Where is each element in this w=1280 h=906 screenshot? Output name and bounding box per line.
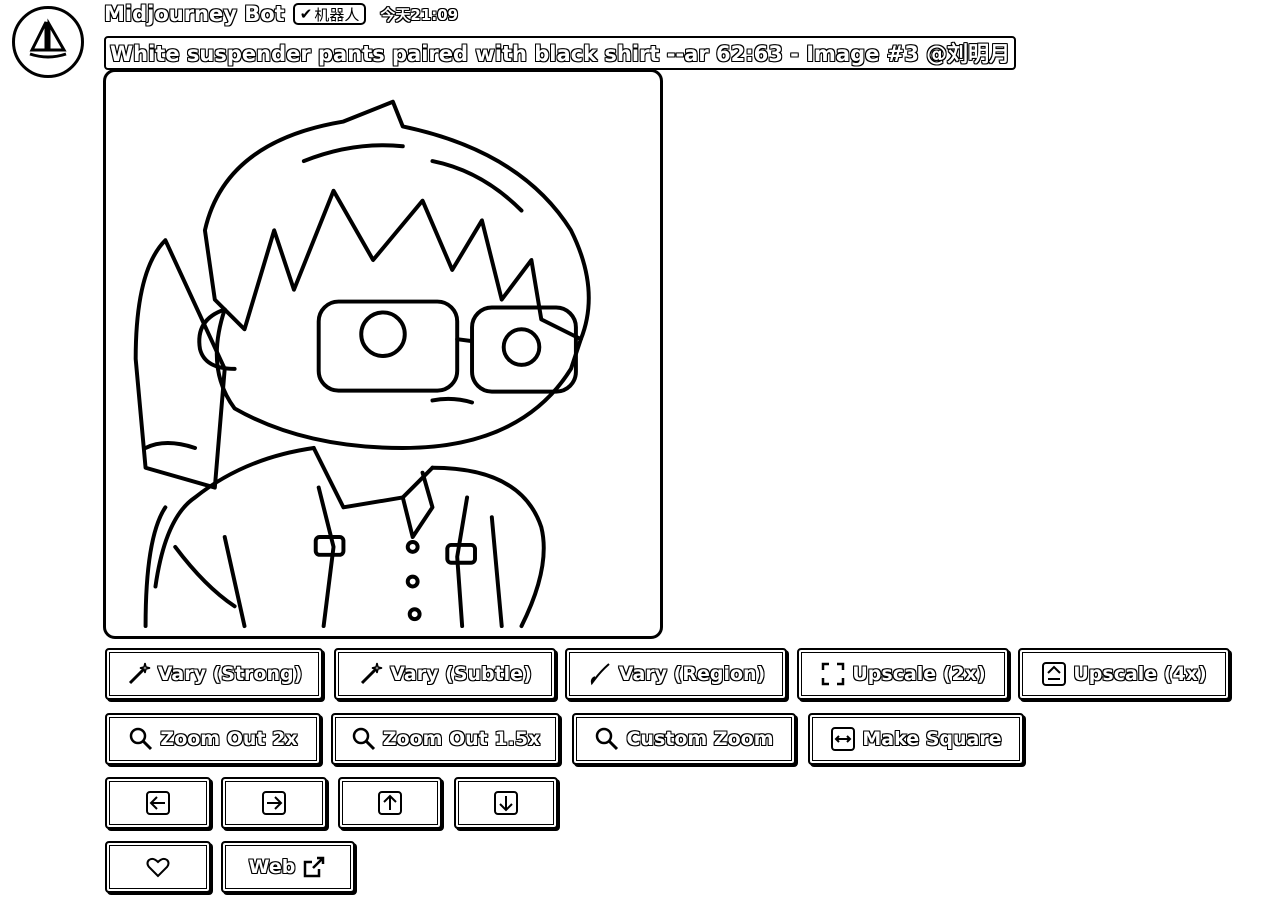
arrow-up-icon	[377, 790, 403, 816]
zoom-out-2x-label: Zoom Out 2x	[160, 728, 298, 750]
favorite-button[interactable]	[105, 841, 211, 893]
web-label: Web	[248, 856, 296, 878]
bot-tag: ✔ 机器人	[292, 3, 367, 25]
bot-name[interactable]: Midjourney Bot	[104, 2, 285, 26]
prompt-text: White suspender pants paired with black …	[104, 36, 1017, 70]
make-square-label: Make Square	[862, 728, 1002, 750]
vary-strong-button[interactable]: Vary (Strong)	[105, 648, 323, 700]
zoom-out-1-5x-label: Zoom Out 1.5x	[382, 728, 541, 750]
vary-subtle-button[interactable]: Vary (Subtle)	[334, 648, 556, 700]
make-square-button[interactable]: Make Square	[808, 713, 1024, 765]
generated-image[interactable]	[103, 69, 663, 639]
zoom-out-1-5x-button[interactable]: Zoom Out 1.5x	[331, 713, 560, 765]
upscale-2x-button[interactable]: Upscale (2x)	[797, 648, 1009, 700]
arrow-down-icon	[493, 790, 519, 816]
timestamp: 今天21:09	[380, 5, 459, 24]
arrow-right-icon	[261, 790, 287, 816]
brush-icon	[587, 661, 613, 687]
vary-region-label: Vary (Region)	[618, 663, 766, 685]
upscale-4x-button[interactable]: Upscale (4x)	[1018, 648, 1230, 700]
arrow-left-icon	[145, 790, 171, 816]
zoom-out-2x-button[interactable]: Zoom Out 2x	[105, 713, 321, 765]
pan-down-button[interactable]	[454, 777, 558, 829]
expand-icon	[820, 661, 846, 687]
message-header: Midjourney Bot ✔ 机器人 今天21:09	[104, 2, 458, 26]
pan-up-button[interactable]	[338, 777, 442, 829]
pan-left-button[interactable]	[105, 777, 211, 829]
magic-wand-icon	[358, 661, 384, 687]
square-arrows-icon	[830, 726, 856, 752]
bot-tag-label: 机器人	[314, 5, 360, 24]
custom-zoom-button[interactable]: Custom Zoom	[572, 713, 796, 765]
vary-subtle-label: Vary (Subtle)	[390, 663, 532, 685]
vary-region-button[interactable]: Vary (Region)	[565, 648, 787, 700]
magic-wand-icon	[126, 661, 152, 687]
upscale-2x-label: Upscale (2x)	[852, 663, 986, 685]
magnifier-icon	[594, 726, 620, 752]
character-illustration	[133, 99, 591, 629]
upscale-4x-label: Upscale (4x)	[1073, 663, 1207, 685]
magnifier-icon	[351, 726, 377, 752]
double-up-icon	[1041, 661, 1067, 687]
web-button[interactable]: Web	[221, 841, 355, 893]
sailboat-icon	[24, 16, 72, 68]
magnifier-icon	[128, 726, 154, 752]
pan-right-button[interactable]	[221, 777, 327, 829]
custom-zoom-label: Custom Zoom	[626, 728, 774, 750]
bot-avatar[interactable]	[12, 6, 84, 78]
external-link-icon	[301, 854, 327, 880]
vary-strong-label: Vary (Strong)	[157, 663, 303, 685]
check-icon: ✔	[299, 5, 313, 23]
heart-icon	[145, 854, 171, 880]
